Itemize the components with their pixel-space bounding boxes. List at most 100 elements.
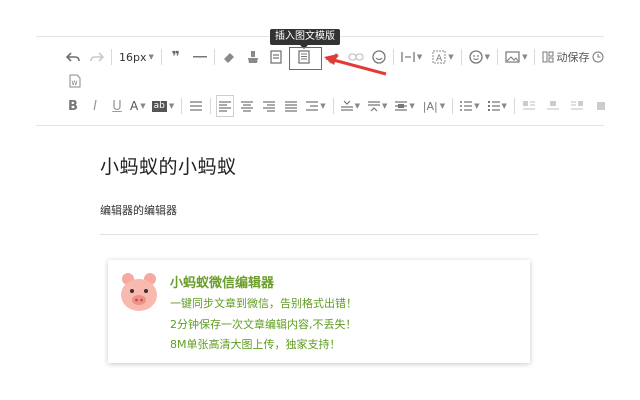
font-size-value: 16px — [119, 50, 147, 64]
separator — [452, 98, 454, 114]
pig-logo-icon — [121, 273, 157, 311]
underline-button[interactable]: U — [108, 95, 126, 117]
underline-icon: U — [112, 98, 122, 114]
unordered-list-button[interactable]: ▼ — [486, 95, 509, 117]
annotation-arrow — [324, 54, 387, 76]
autosave-label: 动保存 — [556, 51, 590, 64]
eraser-icon — [223, 53, 234, 63]
text-style-button[interactable]: A ▼ — [430, 46, 455, 68]
format-brush-button[interactable] — [244, 46, 262, 68]
float-left-button[interactable] — [520, 95, 538, 117]
unordered-list-icon — [487, 101, 500, 111]
card-line: 一键同步文章到微信，告别格式出错！ — [170, 297, 357, 310]
bg-color-icon: ab — [151, 100, 167, 112]
separator — [210, 98, 212, 114]
separator — [111, 49, 112, 65]
insert-template-icon — [270, 50, 283, 64]
float-none-icon — [546, 101, 559, 110]
horizontal-rule-button[interactable] — [191, 46, 209, 68]
font-color-button[interactable]: A ▼ — [128, 95, 148, 117]
redo-button[interactable] — [88, 46, 106, 68]
float-none-button[interactable] — [544, 95, 562, 117]
insert-template-list-button[interactable] — [268, 46, 286, 68]
chevron-down-icon: ▼ — [448, 53, 454, 61]
ordered-list-icon — [460, 101, 473, 111]
chevron-down-icon: ▼ — [382, 102, 388, 110]
float-left-icon — [522, 101, 535, 110]
separator — [460, 49, 462, 65]
image-icon — [505, 51, 520, 63]
para-before-button[interactable]: ▼ — [339, 95, 362, 117]
indent-button[interactable]: ▼ — [399, 46, 424, 68]
toolbar-bottom-border — [36, 125, 604, 126]
align-justify-button[interactable] — [282, 95, 300, 117]
chevron-down-icon: ▼ — [140, 102, 146, 110]
quote-icon: ❞ — [171, 49, 180, 65]
float-right-icon — [570, 101, 583, 110]
tooltip: 插入图文模版 — [270, 29, 340, 49]
font-size-select[interactable]: 16px ▼ — [117, 46, 156, 68]
document-paragraph[interactable]: 编辑器的编辑器 — [100, 202, 177, 218]
chevron-down-icon: ▼ — [416, 53, 423, 61]
chevron-down-icon: ▼ — [501, 102, 507, 110]
promo-card[interactable]: 小蚂蚁微信编辑器 一键同步文章到微信，告别格式出错！ 2分钟保存一次文章编辑内容… — [108, 260, 530, 363]
card-title: 小蚂蚁微信编辑器 — [170, 276, 275, 291]
bold-button[interactable]: B — [64, 95, 82, 117]
align-justify-icon — [285, 101, 298, 112]
chevron-down-icon: ▼ — [320, 102, 326, 110]
indent-size-button[interactable]: ▼ — [304, 95, 327, 117]
separator — [513, 98, 515, 114]
chevron-down-icon: ▼ — [474, 102, 480, 110]
chevron-down-icon: ▼ — [168, 102, 175, 110]
line-height-icon — [190, 101, 203, 111]
para-after-button[interactable]: ▼ — [366, 95, 389, 117]
smile-button[interactable]: ▼ — [467, 46, 492, 68]
letter-spacing-button[interactable]: |A| ▼ — [421, 95, 447, 117]
redo-icon — [90, 52, 104, 62]
eraser-button[interactable] — [220, 46, 238, 68]
separator — [497, 49, 499, 65]
align-right-button[interactable] — [260, 95, 278, 117]
bold-icon: B — [68, 98, 78, 114]
word-icon: W — [69, 74, 81, 88]
chevron-down-icon: ▼ — [409, 102, 415, 110]
autosave-icon — [542, 51, 554, 63]
undo-icon — [66, 52, 80, 62]
ordered-list-button[interactable]: ▼ — [458, 95, 481, 117]
separator — [392, 49, 394, 65]
chevron-down-icon: ▼ — [439, 102, 446, 110]
separator — [160, 49, 162, 65]
float-center-icon — [596, 102, 605, 110]
clock-icon — [592, 51, 604, 63]
bg-color-button[interactable]: ab ▼ — [150, 95, 177, 117]
row-spacing-button[interactable]: ▼ — [393, 95, 416, 117]
word-import-button[interactable]: W — [66, 70, 84, 92]
separator — [534, 49, 536, 65]
line-height-button[interactable] — [187, 95, 205, 117]
float-right-button[interactable] — [568, 95, 586, 117]
align-left-button[interactable] — [216, 95, 235, 117]
separator — [332, 98, 334, 114]
italic-button[interactable]: I — [86, 95, 104, 117]
font-color-icon: A — [130, 99, 139, 113]
chevron-down-icon: ▼ — [148, 53, 154, 61]
indent-size-icon — [306, 101, 319, 111]
align-center-button[interactable] — [238, 95, 256, 117]
smile-icon — [469, 50, 483, 64]
image-button[interactable]: ▼ — [503, 46, 529, 68]
svg-text:W: W — [72, 80, 78, 87]
para-after-icon — [368, 101, 381, 112]
card-line: 8M单张高清大图上传，独家支持！ — [170, 338, 341, 351]
undo-button[interactable] — [64, 46, 82, 68]
float-center-button[interactable] — [592, 95, 610, 117]
chevron-down-icon: ▼ — [522, 53, 528, 61]
highlight-box — [289, 47, 322, 70]
row-spacing-icon — [395, 101, 408, 111]
italic-icon: I — [93, 98, 97, 114]
blockquote-button[interactable]: ❞ — [167, 46, 185, 68]
align-left-icon — [219, 101, 232, 112]
format-brush-icon — [247, 51, 258, 63]
document-title[interactable]: 小蚂蚁的小蚂蚁 — [100, 152, 237, 179]
text-style-icon: A — [432, 50, 446, 64]
autosave-button[interactable]: 动保存 — [540, 46, 606, 68]
